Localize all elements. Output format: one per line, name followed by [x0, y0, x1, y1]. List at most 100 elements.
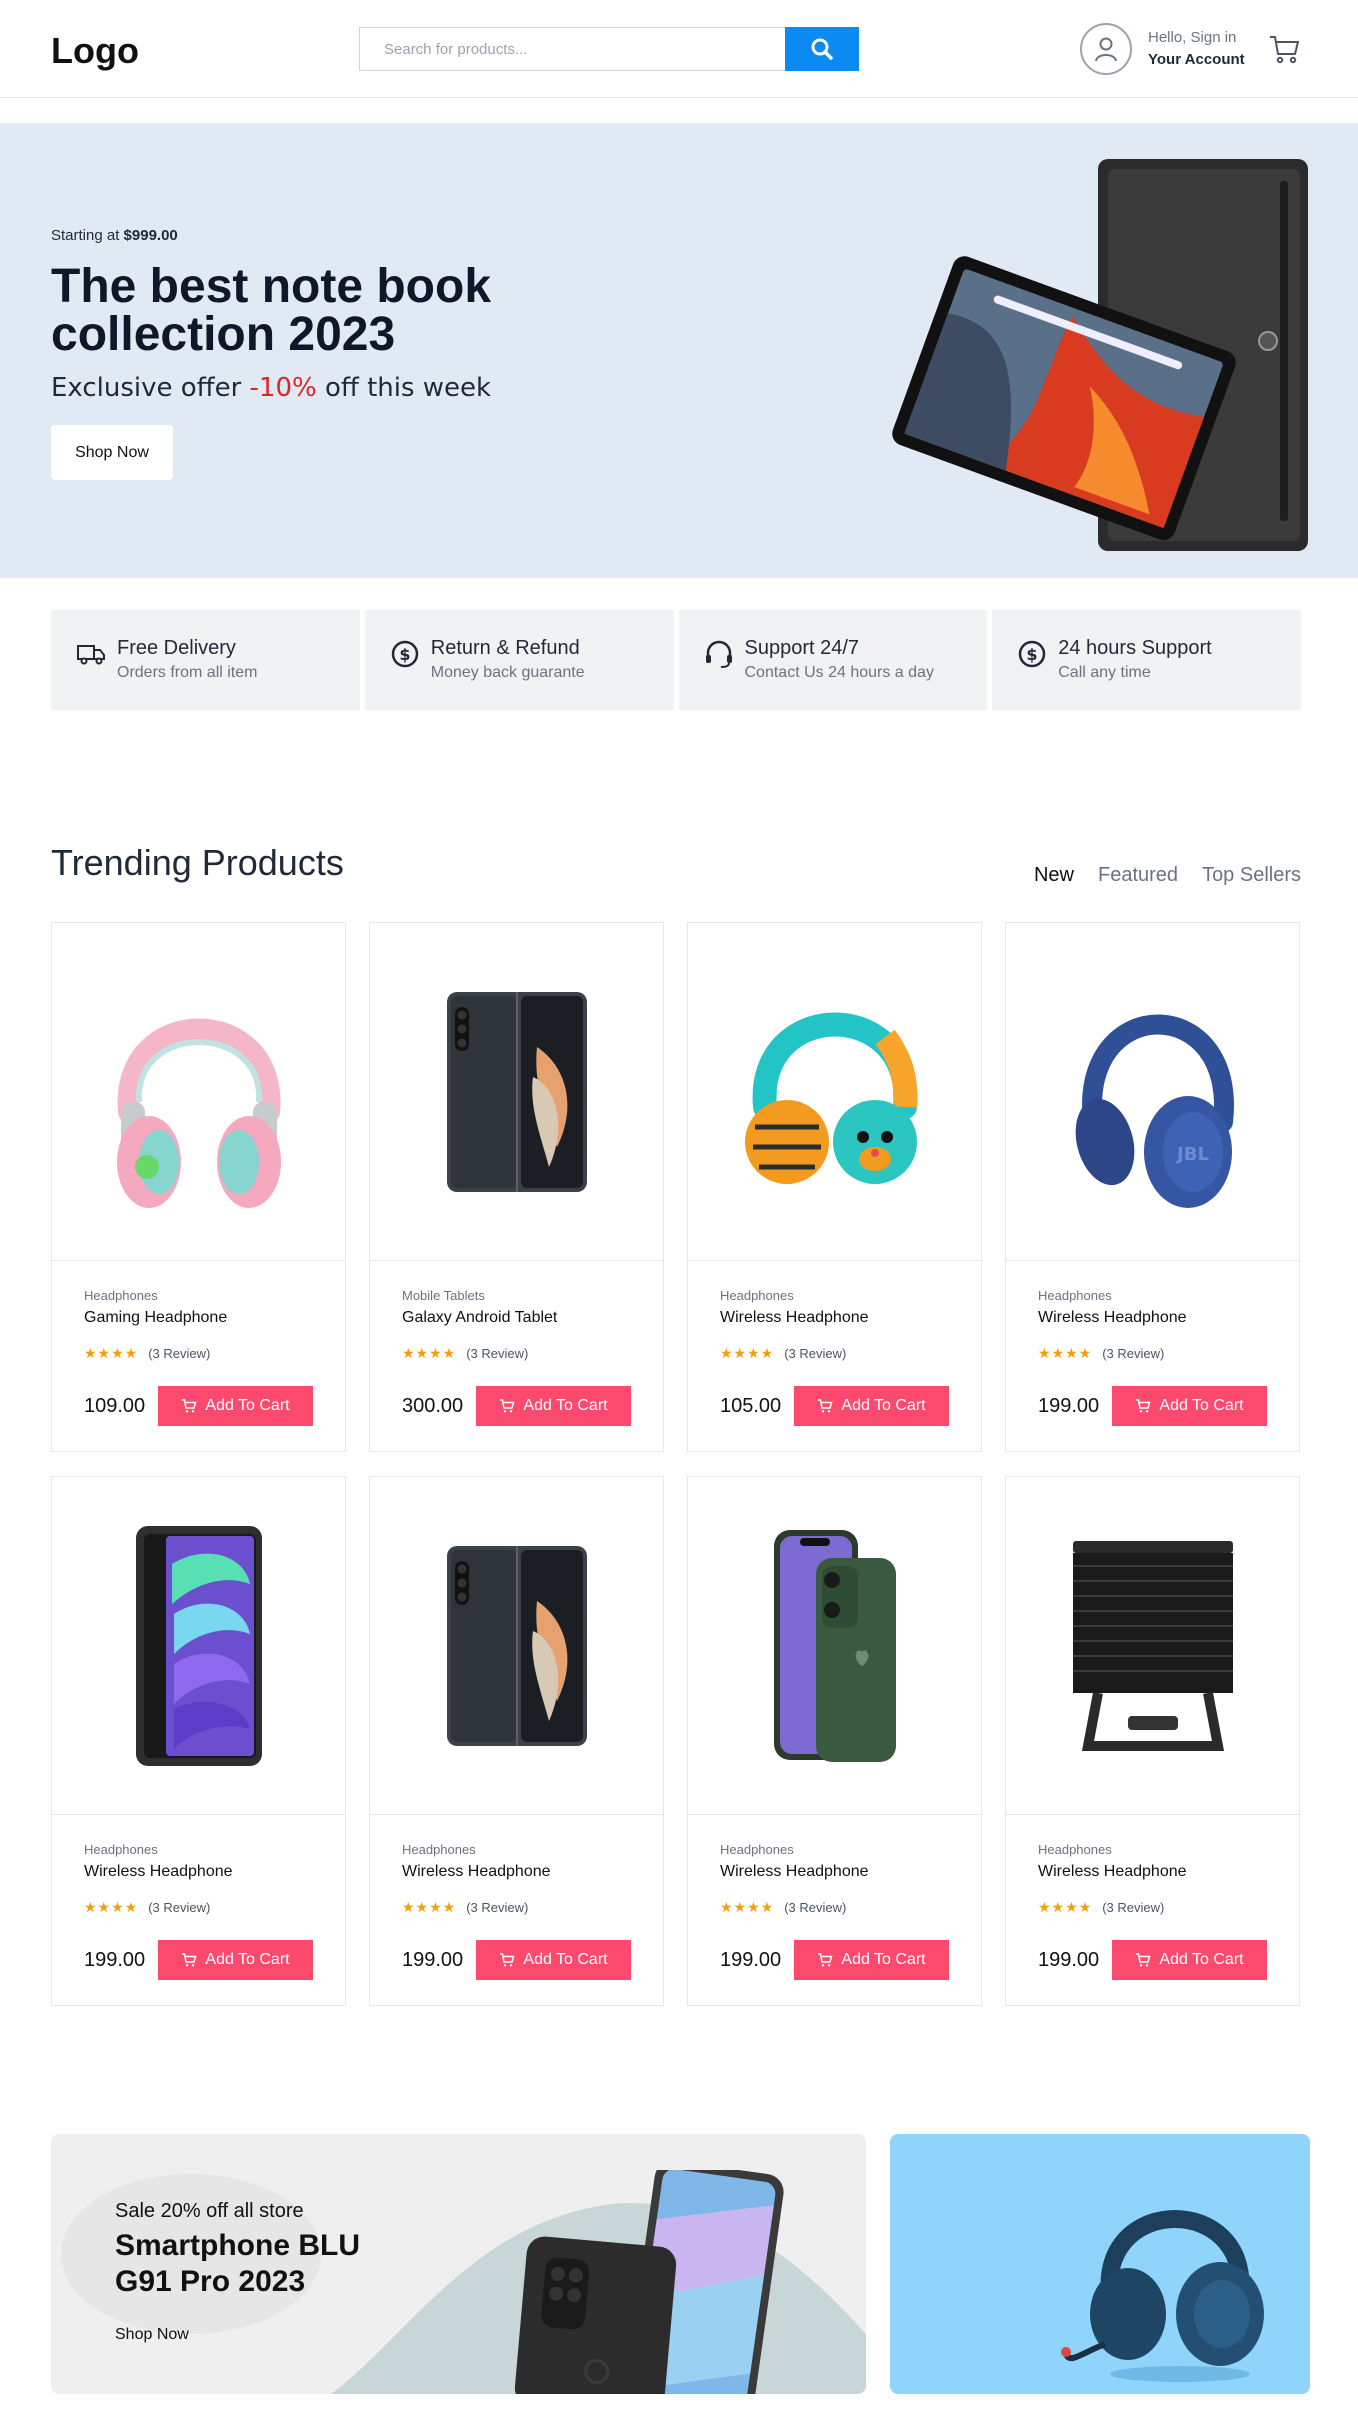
cart-icon	[1136, 1953, 1151, 1967]
product-image[interactable]	[52, 1477, 345, 1815]
hero-banner: Starting at $999.00 The best note book c…	[0, 123, 1358, 578]
product-name[interactable]: Gaming Headphone	[84, 1309, 313, 1327]
site-header: Logo Hello, Sign in Your Account	[0, 0, 1358, 98]
add-to-cart-button[interactable]: Add To Cart	[476, 1940, 631, 1980]
smartphone-image	[514, 2170, 784, 2394]
product-price: 199.00	[1038, 1948, 1100, 1971]
product-card[interactable]: JBL Headphones Wireless Headphone ★★★★ (3…	[1005, 922, 1300, 1452]
search-input[interactable]	[359, 27, 785, 71]
product-name[interactable]: Wireless Headphone	[84, 1863, 313, 1881]
cart-icon	[1136, 1399, 1151, 1413]
search-button[interactable]	[785, 27, 859, 71]
product-category: Headphones	[84, 1288, 158, 1303]
feature-title: Return & Refund	[430, 637, 580, 659]
feature-free-delivery: Free Delivery Orders from all item	[51, 610, 360, 710]
product-card[interactable]: Headphones Wireless Headphone ★★★★ (3 Rev…	[687, 922, 982, 1452]
product-name[interactable]: Wireless Headphone	[720, 1309, 949, 1327]
feature-subtitle: Money back guarante	[430, 664, 585, 681]
star-rating-icon: ★★★★	[402, 1899, 457, 1915]
product-card[interactable]: Headphones Wireless Headphone ★★★★ (3 Rev…	[369, 1476, 664, 2006]
trending-title: Trending Products	[51, 842, 344, 883]
product-rating: ★★★★ (3 Review)	[84, 1899, 211, 1915]
hero-starting-price: Starting at $999.00	[51, 227, 178, 244]
product-price: 199.00	[402, 1948, 464, 1971]
hero-title: The best note book collection 2023	[51, 260, 492, 361]
add-to-cart-button[interactable]: Add To Cart	[158, 1386, 313, 1426]
svg-text:$: $	[399, 645, 410, 664]
cart-icon[interactable]	[1268, 32, 1302, 66]
user-icon	[1080, 23, 1132, 75]
account-link[interactable]: Hello, Sign in Your Account	[1080, 22, 1245, 76]
dollar-coin-icon: $	[1019, 640, 1046, 668]
star-rating-icon: ★★★★	[402, 1345, 457, 1361]
product-price: 199.00	[84, 1948, 146, 1971]
product-price: 199.00	[1038, 1394, 1100, 1417]
product-image[interactable]	[370, 923, 663, 1261]
logo[interactable]: Logo	[51, 30, 139, 72]
product-name[interactable]: Wireless Headphone	[402, 1863, 631, 1881]
promo-banner-headset[interactable]	[890, 2134, 1310, 2394]
product-card[interactable]: Headphones Gaming Headphone ★★★★ (3 Revie…	[51, 922, 346, 1452]
ipad-mini-image	[135, 1525, 262, 1766]
tablet-image	[892, 159, 1308, 551]
product-name[interactable]: Galaxy Android Tablet	[402, 1309, 631, 1327]
headset-image	[1061, 2210, 1264, 2382]
add-to-cart-button[interactable]: Add To Cart	[1112, 1940, 1267, 1980]
feature-strip: Free Delivery Orders from all item $ Retu…	[51, 610, 1301, 710]
product-image[interactable]	[52, 923, 345, 1261]
feature-title: Free Delivery	[117, 637, 236, 659]
promo-banner-smartphone[interactable]: Sale 20% off all store Smartphone BLU G9…	[51, 2134, 866, 2394]
product-category: Headphones	[1038, 1842, 1112, 1857]
promo-shop-now-link[interactable]: Shop Now	[115, 2326, 189, 2344]
add-to-cart-button[interactable]: Add To Cart	[1112, 1386, 1267, 1426]
star-rating-icon: ★★★★	[720, 1899, 775, 1915]
svg-text:$: $	[1027, 645, 1038, 664]
product-category: Headphones	[402, 1842, 476, 1857]
trending-tabs: New Featured Top Sellers	[1034, 864, 1301, 887]
account-greeting: Hello, Sign in	[1148, 29, 1237, 46]
product-price: 105.00	[720, 1394, 782, 1417]
product-category: Headphones	[1038, 1288, 1112, 1303]
headset-icon	[705, 640, 732, 668]
tab-top-sellers[interactable]: Top Sellers	[1202, 864, 1301, 887]
add-to-cart-button[interactable]: Add To Cart	[158, 1940, 313, 1980]
feature-title: 24 hours Support	[1058, 637, 1212, 659]
feature-24h-support: $ 24 hours Support Call any time	[992, 610, 1301, 710]
product-rating: ★★★★ (3 Review)	[720, 1899, 847, 1915]
product-card[interactable]: Headphones Wireless Headphone ★★★★ (3 Rev…	[1005, 1476, 1300, 2006]
tab-featured[interactable]: Featured	[1098, 864, 1178, 887]
product-image[interactable]	[370, 1477, 663, 1815]
search-bar	[359, 27, 859, 71]
product-rating: ★★★★ (3 Review)	[402, 1345, 529, 1361]
add-to-cart-button[interactable]: Add To Cart	[476, 1386, 631, 1426]
cart-icon	[818, 1953, 833, 1967]
product-name[interactable]: Wireless Headphone	[1038, 1309, 1267, 1327]
tab-new[interactable]: New	[1034, 864, 1074, 887]
cart-icon	[182, 1399, 197, 1413]
product-rating: ★★★★ (3 Review)	[1038, 1345, 1165, 1361]
product-price: 109.00	[84, 1394, 146, 1417]
product-card[interactable]: Headphones Wireless Headphone ★★★★ (3 Rev…	[51, 1476, 346, 2006]
account-label: Your Account	[1148, 51, 1245, 68]
product-name[interactable]: Wireless Headphone	[720, 1863, 949, 1881]
product-card[interactable]: Mobile Tablets Galaxy Android Tablet ★★★…	[369, 922, 664, 1452]
add-to-cart-button[interactable]: Add To Cart	[794, 1386, 949, 1426]
feature-return-refund: $ Return & Refund Money back guarante	[364, 610, 674, 710]
product-rating: ★★★★ (3 Review)	[84, 1345, 211, 1361]
cart-icon	[182, 1953, 197, 1967]
blue-headphone-image: JBL	[1075, 1014, 1234, 1208]
product-image[interactable]: JBL	[1006, 923, 1299, 1261]
product-image[interactable]	[1006, 1477, 1299, 1815]
add-to-cart-button[interactable]: Add To Cart	[794, 1940, 949, 1980]
product-image[interactable]	[688, 1477, 981, 1815]
hero-shop-now-button[interactable]: Shop Now	[51, 425, 173, 480]
cart-icon	[500, 1399, 515, 1413]
product-image[interactable]	[688, 923, 981, 1261]
headphone-image	[116, 1018, 281, 1208]
star-rating-icon: ★★★★	[84, 1899, 139, 1915]
product-category: Headphones	[720, 1288, 794, 1303]
product-card[interactable]: Headphones Wireless Headphone ★★★★ (3 Rev…	[687, 1476, 982, 2006]
kids-headphone-image	[744, 1012, 917, 1184]
product-name[interactable]: Wireless Headphone	[1038, 1863, 1267, 1881]
promo-title: Smartphone BLU G91 Pro 2023	[115, 2229, 361, 2298]
